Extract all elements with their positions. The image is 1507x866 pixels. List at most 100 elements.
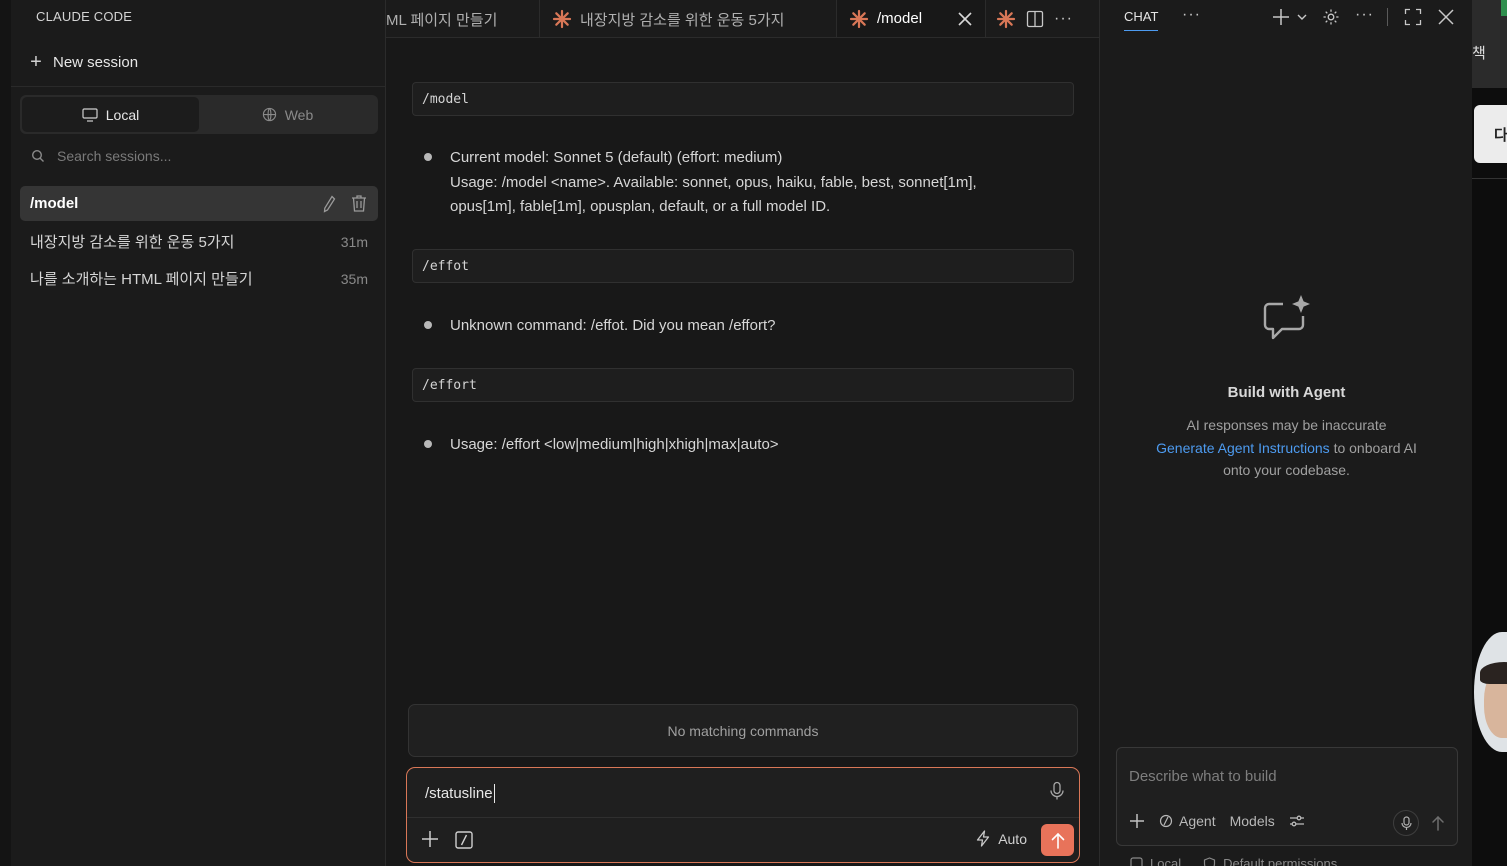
session-time: 31m xyxy=(340,233,368,250)
chat-more-icon[interactable]: ··· xyxy=(1182,6,1201,24)
session-name: 나를 소개하는 HTML 페이지 만들기 xyxy=(30,271,253,288)
add-attachment-icon[interactable] xyxy=(421,830,439,848)
window-edge xyxy=(0,0,11,866)
tab-label: 내장지방 감소를 위한 운동 5가지 xyxy=(580,11,785,29)
chat-header: CHAT ··· ··· xyxy=(1100,0,1473,36)
auto-mode-button[interactable]: Auto xyxy=(976,830,1027,847)
session-item[interactable]: 내장지방 감소를 위한 운동 5가지 31m xyxy=(20,224,378,259)
search-sessions-input[interactable] xyxy=(57,148,357,164)
response-block: Usage: /effort <low|medium|high|xhigh|ma… xyxy=(422,433,1062,458)
empty-state-title: Build with Agent xyxy=(1227,384,1346,401)
response-block: Current model: Sonnet 5 (default) (effor… xyxy=(422,146,1062,220)
tab-label: ML 페이지 만들기 xyxy=(386,11,498,29)
empty-state-line: onto your codebase. xyxy=(1223,462,1350,478)
response-block: Unknown command: /effot. Did you mean /e… xyxy=(422,314,1062,339)
local-mode-toggle[interactable]: Local xyxy=(1130,856,1181,866)
local-label: Local xyxy=(105,106,140,123)
bullet-dot xyxy=(424,440,432,448)
chat-input-toolbar: Agent Models xyxy=(1129,813,1305,829)
split-editor-icon[interactable] xyxy=(1026,10,1044,28)
background-app-card-text: 다 xyxy=(1494,127,1507,144)
session-search xyxy=(31,148,357,164)
bullet-dot xyxy=(424,153,432,161)
header-separator xyxy=(1387,8,1388,26)
claude-spark-icon[interactable] xyxy=(996,9,1016,29)
new-chat-plus-icon[interactable] xyxy=(1273,9,1291,25)
location-toggle: Local Web xyxy=(20,95,378,134)
claude-spark-icon xyxy=(552,9,572,29)
user-command: /effort xyxy=(412,368,1074,402)
response-line: Current model: Sonnet 5 (default) (effor… xyxy=(450,149,783,166)
background-app-divider xyxy=(1472,178,1507,179)
chat-empty-state: Build with Agent AI responses may be ina… xyxy=(1100,292,1473,482)
chat-input-actions xyxy=(1393,810,1445,836)
prompt-input[interactable]: /statusline xyxy=(425,784,495,803)
session-time: 35m xyxy=(340,270,368,287)
describe-build-input[interactable] xyxy=(1129,768,1439,785)
slash-command-icon[interactable] xyxy=(455,831,473,849)
response-line: Unknown command: /effot. Did you mean /e… xyxy=(450,317,776,334)
webcam-hair xyxy=(1480,662,1507,684)
generate-instructions-link[interactable]: Generate Agent Instructions xyxy=(1156,440,1330,456)
checkbox-icon xyxy=(1130,857,1143,866)
background-app-edge: 책 다 xyxy=(1472,0,1507,866)
chat-panel: CHAT ··· ··· Build with Agent AI respons… xyxy=(1099,0,1472,866)
empty-state-description: AI responses may be inaccurate Generate … xyxy=(1100,414,1473,482)
editor-area: ML 페이지 만들기 내장지방 감소를 위한 운동 5가지 /model ···… xyxy=(386,0,1099,866)
agent-icon xyxy=(1159,814,1173,828)
chevron-down-icon[interactable] xyxy=(1297,13,1307,21)
sidebar-title: CLAUDE CODE xyxy=(36,9,133,24)
microphone-icon xyxy=(1400,815,1412,830)
response-line: Usage: /effort <low|medium|high|xhigh|ma… xyxy=(450,436,779,453)
agent-mode-button[interactable]: Agent xyxy=(1159,813,1216,829)
shield-icon xyxy=(1203,856,1216,866)
models-label: Models xyxy=(1229,813,1275,829)
permissions-button[interactable]: Default permissions xyxy=(1203,856,1337,866)
auto-mode-label: Auto xyxy=(998,830,1027,847)
panel-more-icon[interactable]: ··· xyxy=(1355,6,1374,24)
globe-icon xyxy=(262,107,276,122)
empty-state-line: to onboard AI xyxy=(1329,439,1417,456)
maximize-icon[interactable] xyxy=(1404,8,1422,26)
session-name: /model xyxy=(30,195,79,212)
background-app-text: 책 xyxy=(1472,45,1486,62)
more-actions-icon[interactable]: ··· xyxy=(1054,10,1073,28)
chat-footer: Local Default permissions xyxy=(1130,856,1337,866)
plus-icon: + xyxy=(30,51,42,73)
chat-tab[interactable]: CHAT xyxy=(1124,9,1159,31)
pencil-icon[interactable] xyxy=(322,194,336,213)
command-suggestions: No matching commands xyxy=(408,704,1078,757)
web-label: Web xyxy=(284,106,314,123)
tab-visceral-fat[interactable]: 내장지방 감소를 위한 운동 5가지 xyxy=(540,0,837,37)
close-icon[interactable] xyxy=(957,11,973,27)
session-item-model[interactable]: /model xyxy=(20,186,378,221)
chat-sparkle-icon xyxy=(1263,295,1310,340)
send-arrow-icon[interactable] xyxy=(1431,815,1445,831)
sliders-icon[interactable] xyxy=(1289,814,1305,828)
session-name: 내장지방 감소를 위한 운동 5가지 xyxy=(30,234,235,251)
search-icon xyxy=(31,149,44,162)
models-button[interactable]: Models xyxy=(1230,813,1275,829)
tab-tools: ··· xyxy=(986,0,1083,37)
response-line: opus[1m], fable[1m], opusplan, default, … xyxy=(450,198,831,215)
local-mode-label: Local xyxy=(1150,856,1182,866)
close-panel-icon[interactable] xyxy=(1437,8,1455,26)
local-toggle-button[interactable]: Local xyxy=(22,97,199,132)
tab-model[interactable]: /model xyxy=(837,0,986,37)
empty-state-line: AI responses may be inaccurate xyxy=(1186,417,1387,433)
composer-divider xyxy=(407,817,1079,818)
claude-spark-icon xyxy=(849,9,869,28)
tab-html-page[interactable]: ML 페이지 만들기 xyxy=(386,0,540,37)
response-line: Usage: /model <name>. Available: sonnet,… xyxy=(450,173,977,191)
trash-icon[interactable] xyxy=(350,194,368,213)
voice-input-button[interactable] xyxy=(1393,810,1419,836)
tab-bar: ML 페이지 만들기 내장지방 감소를 위한 운동 5가지 /model ··· xyxy=(386,0,1099,38)
new-session-button[interactable]: + New session xyxy=(29,52,138,72)
add-context-icon[interactable] xyxy=(1129,813,1145,829)
gear-icon[interactable] xyxy=(1322,8,1340,26)
user-command: /effot xyxy=(412,249,1074,283)
session-item[interactable]: 나를 소개하는 HTML 페이지 만들기 35m xyxy=(20,261,378,296)
send-button[interactable] xyxy=(1041,824,1074,856)
web-toggle-button[interactable]: Web xyxy=(199,97,376,132)
microphone-icon[interactable] xyxy=(1049,781,1065,801)
